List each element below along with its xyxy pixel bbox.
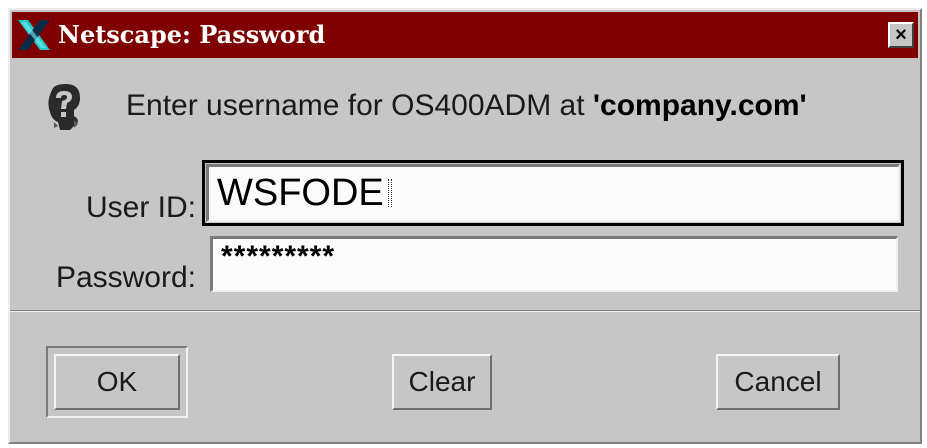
question-head-icon [48, 84, 80, 130]
text-cursor [387, 179, 392, 207]
prompt-text: Enter username for OS400ADM at 'company.… [126, 86, 807, 126]
title-bar[interactable]: Netscape: Password × [12, 12, 918, 58]
user-id-value: WSFODE [217, 172, 384, 214]
password-dialog: Netscape: Password × Enter username for … [8, 8, 922, 444]
ok-button[interactable]: OK [54, 354, 180, 410]
netscape-x-icon [18, 20, 50, 50]
prompt-message: Enter username for OS400ADM at [126, 89, 593, 122]
close-button[interactable]: × [888, 22, 914, 48]
password-field[interactable]: ********* [210, 236, 898, 292]
close-icon: × [895, 24, 907, 46]
password-label: Password: [55, 261, 196, 294]
user-id-field[interactable]: WSFODE [206, 164, 900, 222]
clear-button[interactable]: Clear [392, 354, 492, 410]
prompt-host: 'company.com' [592, 89, 807, 122]
cancel-button[interactable]: Cancel [716, 354, 840, 410]
password-value: ********* [221, 240, 336, 273]
user-id-label: User ID: [85, 191, 196, 224]
separator [10, 310, 920, 312]
window-title: Netscape: Password [58, 20, 326, 49]
